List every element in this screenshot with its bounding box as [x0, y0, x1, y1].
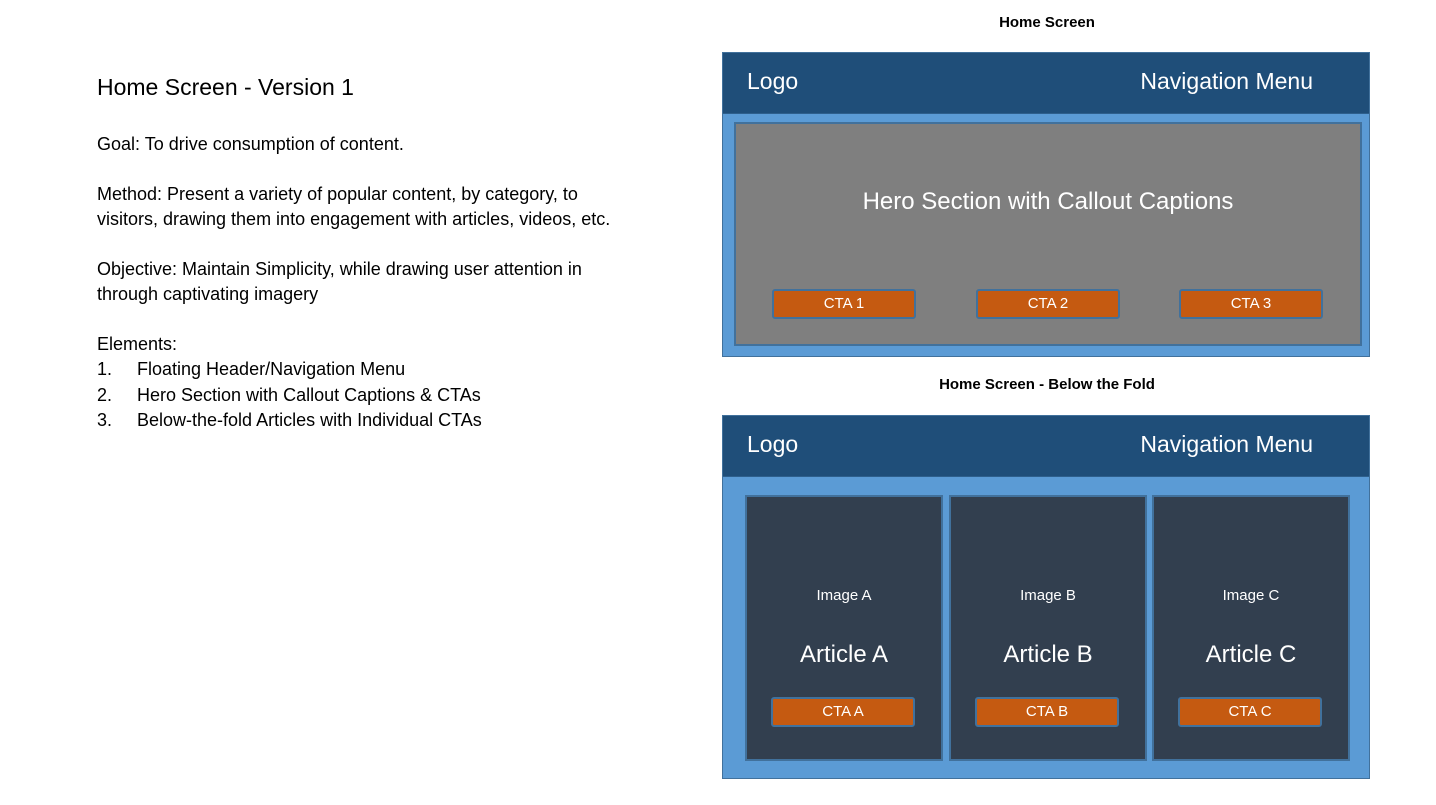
objective-text: Objective: Maintain Simplicity, while dr… [97, 259, 582, 304]
cta-3-button[interactable]: CTA 3 [1179, 289, 1323, 319]
list-number: 1. [97, 359, 113, 379]
hero-caption: Hero Section with Callout Captions [862, 188, 1234, 215]
cta-1-button[interactable]: CTA 1 [772, 289, 916, 319]
image-placeholder: Image C [1222, 587, 1280, 604]
list-number: 3. [97, 410, 113, 430]
hero-section: Hero Section with Callout Captions CTA 1… [734, 122, 1362, 346]
header-bar: Logo Navigation Menu [723, 53, 1369, 114]
page: Home Screen - Version 1 Goal: To drive c… [0, 0, 1436, 805]
method-text: Method: Present a variety of popular con… [97, 184, 611, 229]
list-item: 2. Hero Section with Callout Captions & … [97, 383, 617, 409]
cta-a-button[interactable]: CTA A [771, 697, 915, 727]
image-placeholder: Image A [816, 587, 872, 604]
list-number: 2. [97, 384, 113, 405]
article-title: Article B [1003, 641, 1093, 668]
elements-heading: Elements: [97, 334, 178, 354]
navigation-menu[interactable]: Navigation Menu [1140, 431, 1313, 458]
list-text: Below-the-fold Articles with Individual … [137, 410, 482, 430]
article-card-b: Image B Article B CTA B [949, 495, 1147, 761]
logo[interactable]: Logo [747, 68, 798, 95]
cta-c-button[interactable]: CTA C [1178, 697, 1322, 727]
navigation-menu[interactable]: Navigation Menu [1140, 68, 1313, 95]
goal-text: Goal: To drive consumption of content. [97, 134, 404, 154]
below-fold-mockup: Logo Navigation Menu Image A Article A C… [722, 415, 1370, 779]
home-screen-caption: Home Screen [999, 14, 1095, 31]
list-text: Floating Header/Navigation Menu [137, 359, 406, 379]
list-item: 3. Below-the-fold Articles with Individu… [97, 408, 617, 434]
logo[interactable]: Logo [747, 431, 798, 458]
article-card-c: Image C Article C CTA C [1152, 495, 1350, 761]
description-panel: Home Screen - Version 1 Goal: To drive c… [97, 72, 617, 434]
elements-list: 1. Floating Header/Navigation Menu 2. He… [97, 357, 617, 434]
below-fold-caption: Home Screen - Below the Fold [939, 376, 1155, 393]
header-bar: Logo Navigation Menu [723, 416, 1369, 477]
list-item: 1. Floating Header/Navigation Menu [97, 357, 617, 383]
article-title: Article C [1205, 641, 1297, 668]
list-text: Hero Section with Callout Captions & CTA… [137, 384, 481, 405]
page-title: Home Screen - Version 1 [97, 74, 354, 100]
image-placeholder: Image B [1020, 587, 1076, 604]
cta-2-button[interactable]: CTA 2 [976, 289, 1120, 319]
cta-b-button[interactable]: CTA B [975, 697, 1119, 727]
article-title: Article A [799, 641, 889, 668]
article-card-a: Image A Article A CTA A [745, 495, 943, 761]
home-screen-mockup: Logo Navigation Menu Hero Section with C… [722, 52, 1370, 357]
